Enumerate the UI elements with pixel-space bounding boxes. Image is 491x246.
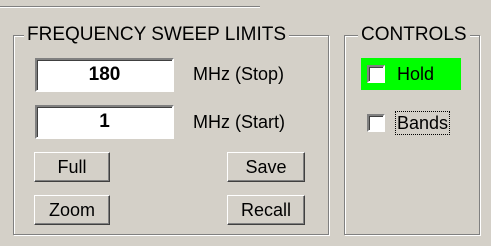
controls-group: CONTROLS Hold Bands: [344, 24, 480, 235]
stop-frequency-label: MHz (Stop): [193, 64, 285, 84]
controls-title: CONTROLS: [358, 24, 470, 46]
hold-label[interactable]: Hold: [397, 64, 434, 84]
stop-frequency-input[interactable]: 180: [35, 58, 174, 92]
start-frequency-label: MHz (Start): [193, 112, 285, 132]
bands-checkbox[interactable]: [367, 114, 385, 132]
top-divider: [0, 0, 491, 14]
bands-label[interactable]: Bands: [394, 111, 451, 135]
recall-button[interactable]: Recall: [227, 195, 305, 225]
zoom-button[interactable]: Zoom: [34, 195, 110, 225]
frequency-sweep-limits-group: FREQUENCY SWEEP LIMITS 180 MHz (Stop) 1 …: [13, 24, 329, 235]
save-button[interactable]: Save: [227, 152, 305, 182]
frequency-sweep-limits-title: FREQUENCY SWEEP LIMITS: [24, 24, 290, 46]
start-frequency-input[interactable]: 1: [35, 105, 174, 139]
hold-checkbox[interactable]: [367, 65, 385, 83]
full-button[interactable]: Full: [34, 152, 110, 182]
